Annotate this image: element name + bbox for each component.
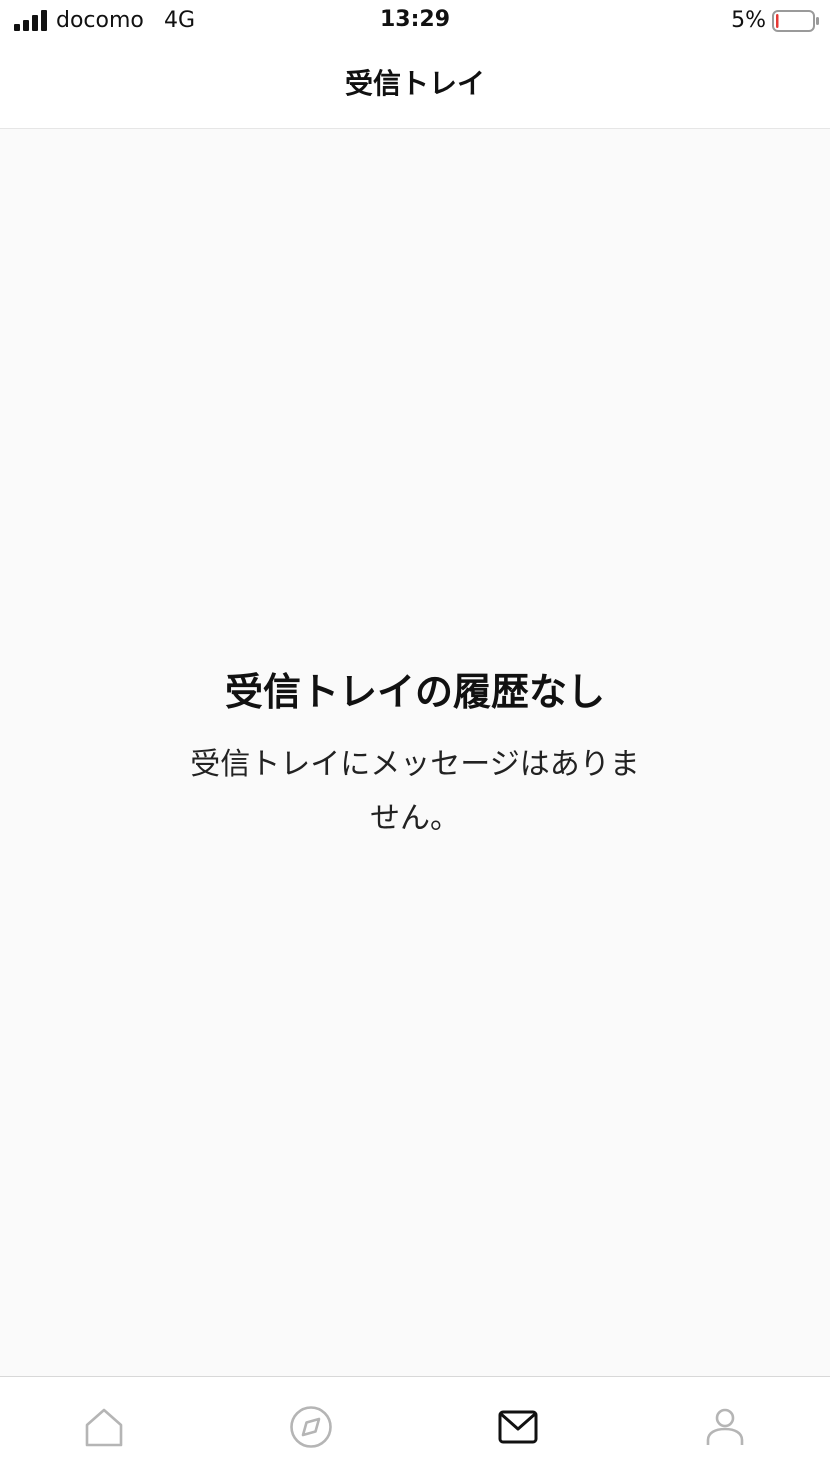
home-icon: [85, 1408, 122, 1446]
empty-state-message: 受信トレイにメッセージはありません。: [190, 747, 640, 836]
compass-icon: [289, 1405, 332, 1448]
status-bar: docomo 4G 13:29 5%: [0, 0, 830, 42]
tab-inbox[interactable]: [414, 1377, 621, 1475]
mail-icon: [498, 1410, 537, 1443]
empty-state-title: 受信トレイの履歴なし: [224, 670, 605, 714]
tab-home[interactable]: [0, 1377, 207, 1475]
battery-icon: [772, 10, 819, 32]
battery-percentage: 5%: [731, 8, 766, 33]
status-time: 13:29: [379, 7, 451, 32]
tab-bar: [0, 1376, 830, 1475]
inbox-screen: docomo 4G 13:29 5% 受信トレイ 受信トレイの履歴なし 受信トレ…: [0, 0, 830, 1475]
tab-explore[interactable]: [207, 1377, 414, 1475]
profile-icon: [706, 1408, 743, 1445]
tab-profile[interactable]: [621, 1377, 828, 1475]
page-title: 受信トレイ: [344, 67, 485, 100]
navigation-bar: 受信トレイ: [0, 42, 830, 129]
